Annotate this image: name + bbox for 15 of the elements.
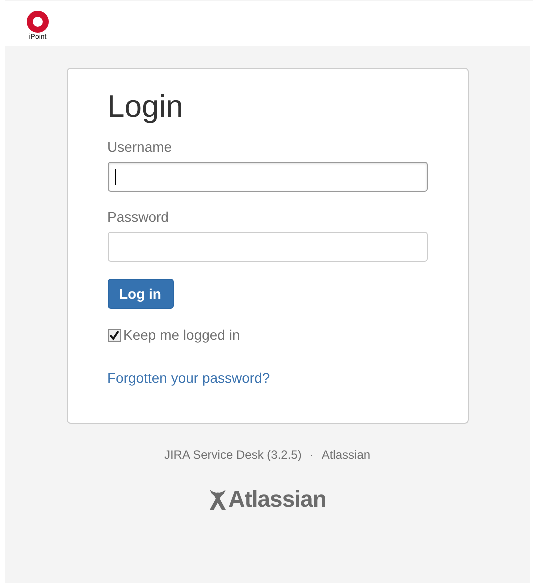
figure-icon: [208, 488, 227, 510]
field-label: Username: [108, 139, 174, 155]
forgot-password-link[interactable]: Forgotten your password?: [108, 370, 270, 386]
logo-icon: [27, 11, 49, 33]
field-label: Password: [108, 209, 170, 225]
separator: ·: [310, 448, 314, 462]
vendor-link[interactable]: Atlassian: [322, 448, 371, 462]
password-field[interactable]: [108, 232, 428, 262]
login-title: Login: [108, 89, 184, 125]
username-field[interactable]: [108, 162, 428, 192]
product-version: JIRA Service Desk (3.2.5): [164, 448, 302, 462]
checkbox-label: Keep me logged in: [124, 327, 240, 343]
brand-text: Atlassian: [228, 486, 326, 513]
checkbox[interactable]: [108, 328, 120, 342]
login-button[interactable]: Log in: [108, 279, 174, 309]
